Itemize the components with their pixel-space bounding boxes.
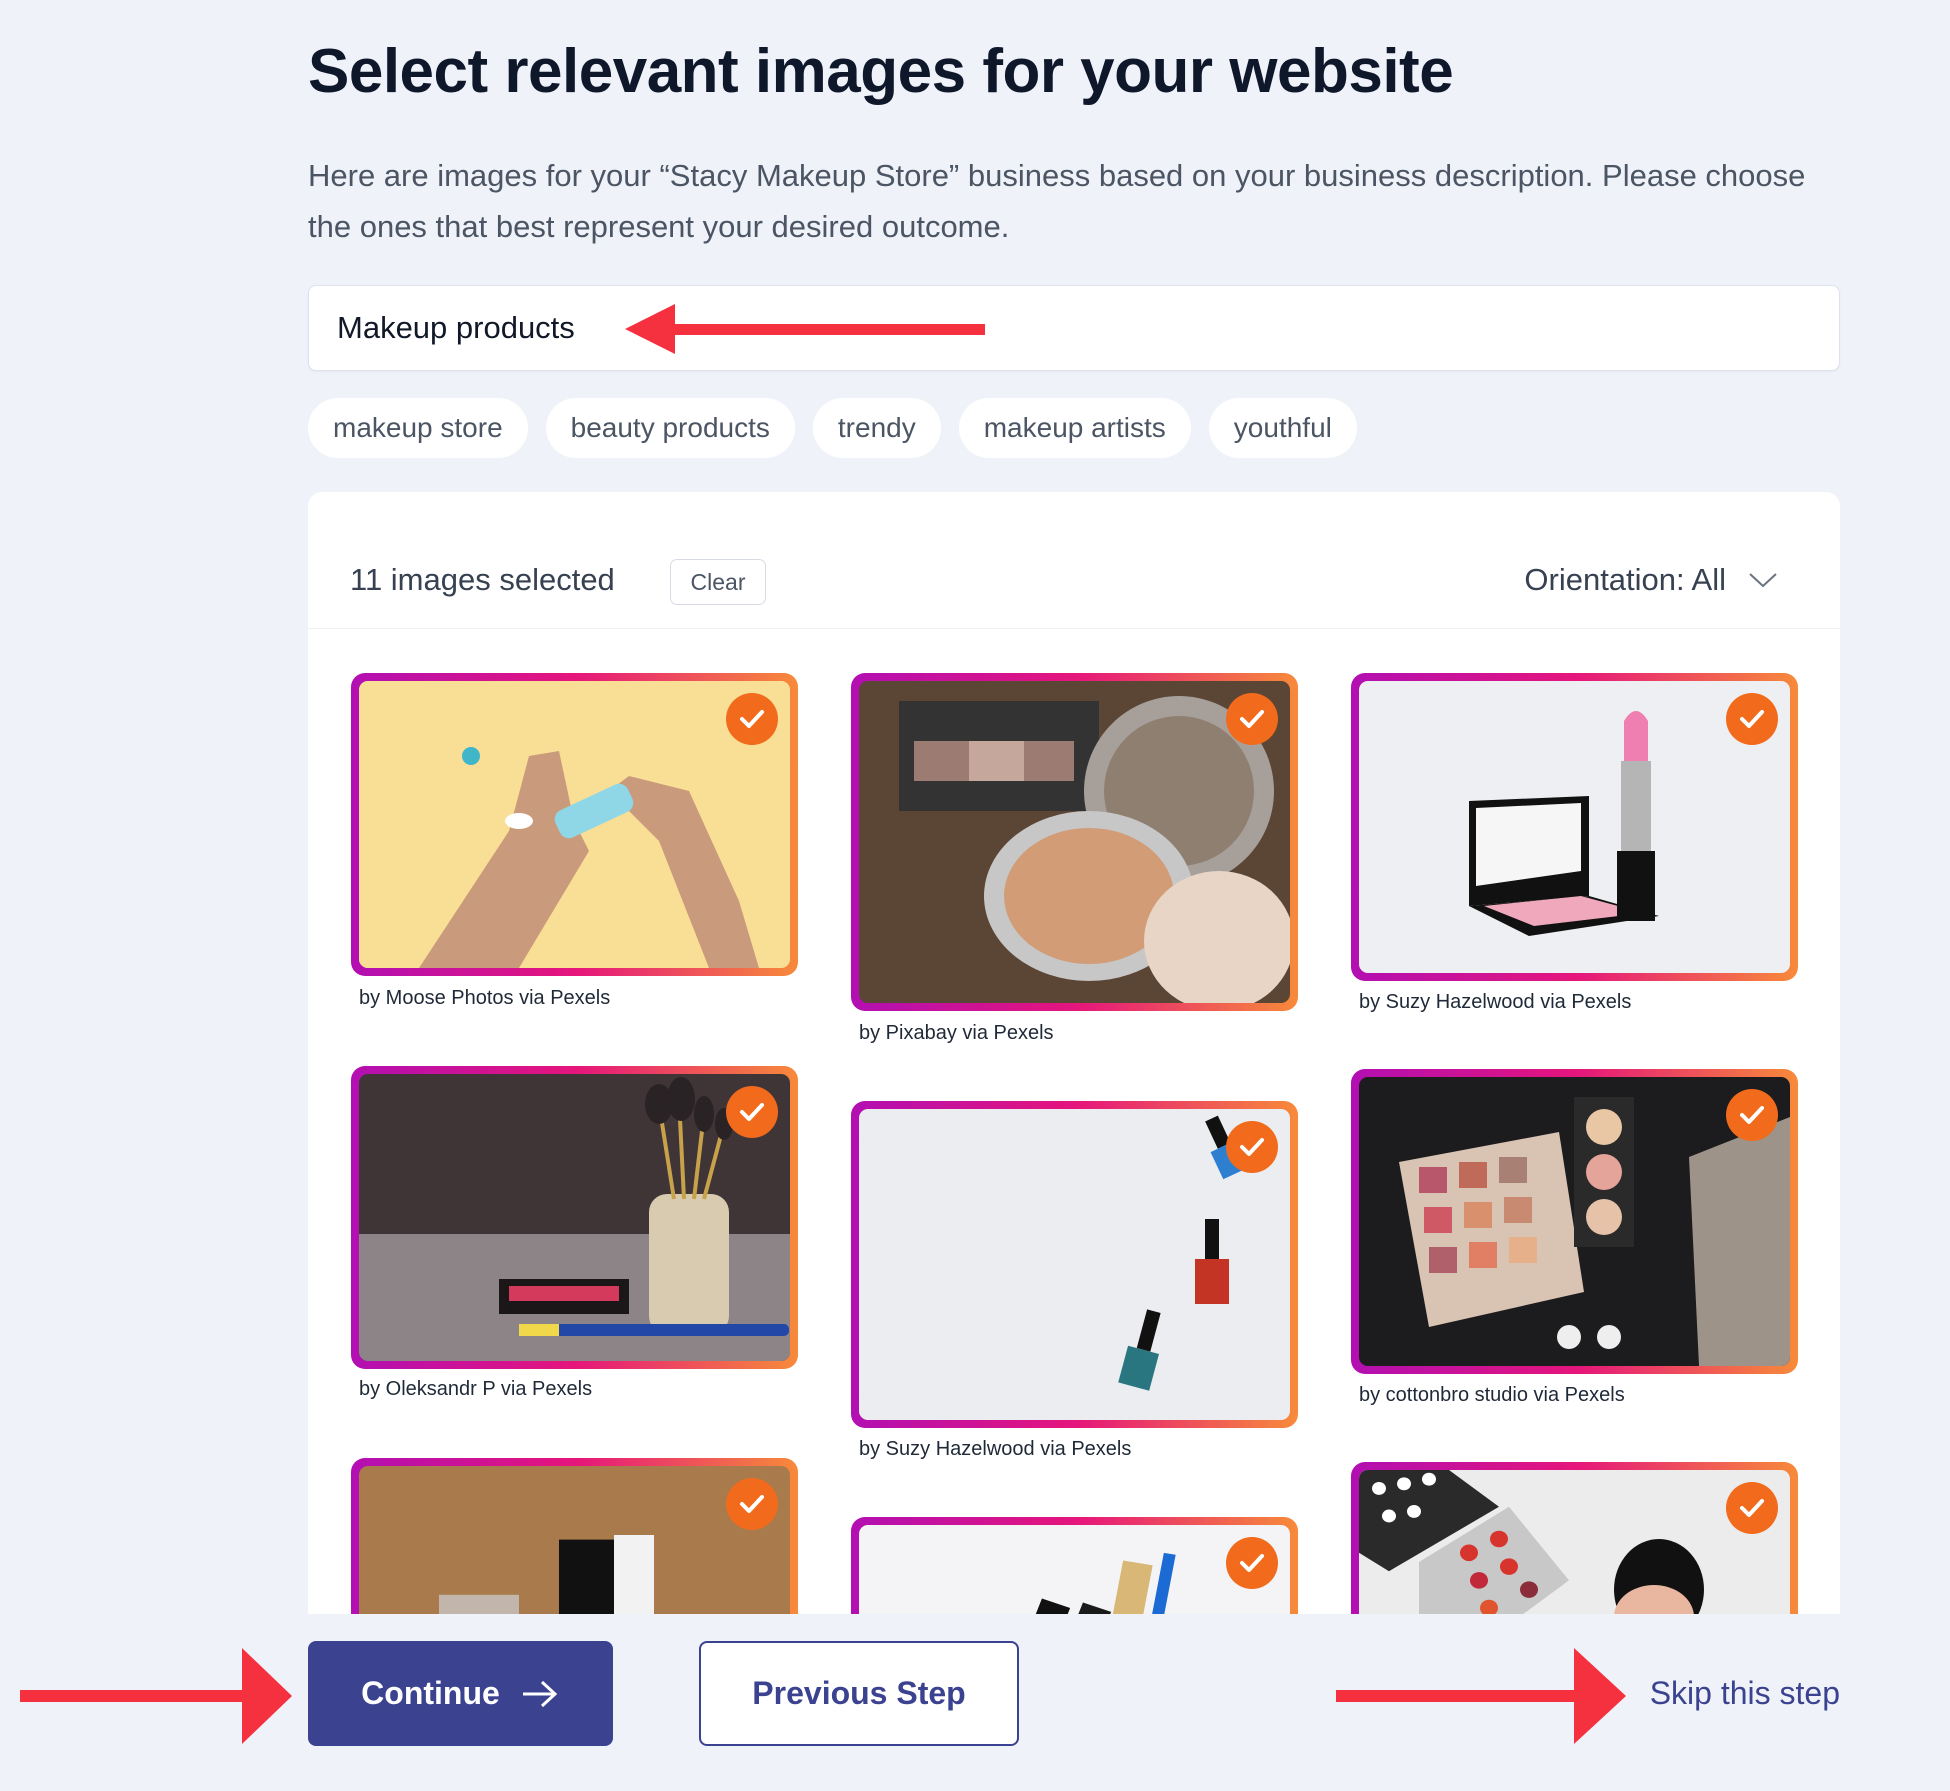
chip-makeup-artists[interactable]: makeup artists xyxy=(958,398,1191,458)
clear-button[interactable]: Clear xyxy=(670,559,766,605)
selected-check-badge xyxy=(726,1086,778,1138)
selected-check-badge xyxy=(1726,1089,1778,1141)
annotation-arrow-skip xyxy=(1336,1648,1626,1744)
chip-makeup-store[interactable]: makeup store xyxy=(308,398,528,458)
photo-nail-polish xyxy=(859,1109,1290,1420)
photo-makeup-brushes xyxy=(359,1074,790,1361)
image-tile[interactable] xyxy=(851,1101,1298,1428)
image-tile[interactable] xyxy=(1351,673,1798,981)
selected-check-badge xyxy=(1226,693,1278,745)
selected-check-badge xyxy=(726,693,778,745)
page-subtitle: Here are images for your “Stacy Makeup S… xyxy=(308,158,1806,244)
checkmark-icon xyxy=(1240,1138,1264,1156)
search-field[interactable] xyxy=(308,285,1840,371)
photo-eyeshadow-palette xyxy=(1359,1077,1790,1366)
image-caption: by Moose Photos via Pexels xyxy=(359,987,611,1009)
photo-powder-compact xyxy=(859,681,1290,1003)
chevron-down-icon xyxy=(1749,573,1777,588)
checkmark-icon xyxy=(1740,710,1764,728)
continue-label: Continue xyxy=(361,1675,500,1711)
image-gallery-card: 11 images selected Clear Orientation: Al… xyxy=(308,492,1840,1614)
photo-hands-cream xyxy=(359,681,790,968)
gallery-header: 11 images selected Clear Orientation: Al… xyxy=(308,492,1840,629)
image-caption: by Suzy Hazelwood via Pexels xyxy=(1359,991,1632,1013)
selected-check-badge xyxy=(1726,693,1778,745)
continue-button[interactable]: Continue xyxy=(308,1641,613,1746)
photo-lip-palette xyxy=(1359,1470,1790,1614)
photo-mascara-pencils xyxy=(859,1525,1290,1614)
skip-step-link[interactable]: Skip this step xyxy=(1650,1675,1840,1712)
photo-bottle-brown xyxy=(359,1466,790,1614)
selected-check-badge xyxy=(726,1478,778,1530)
orientation-dropdown[interactable]: Orientation: All xyxy=(1524,562,1778,598)
checkmark-icon xyxy=(740,710,764,728)
previous-step-button[interactable]: Previous Step xyxy=(699,1641,1019,1746)
image-caption: by cottonbro studio via Pexels xyxy=(1359,1384,1625,1406)
chip-youthful[interactable]: youthful xyxy=(1208,398,1357,458)
arrow-right-icon xyxy=(522,1680,558,1707)
selected-count: 11 images selected xyxy=(350,562,615,597)
chip-trendy[interactable]: trendy xyxy=(812,398,941,458)
image-tile[interactable] xyxy=(351,1458,798,1614)
image-caption: by Oleksandr P via Pexels xyxy=(359,1378,593,1400)
image-tile[interactable] xyxy=(1351,1069,1798,1374)
image-tile[interactable] xyxy=(351,673,798,976)
search-input[interactable] xyxy=(337,310,1811,346)
checkmark-icon xyxy=(1240,1554,1264,1572)
photo-lipstick-blush xyxy=(1359,681,1790,973)
image-tile[interactable] xyxy=(1351,1462,1798,1614)
chip-beauty-products[interactable]: beauty products xyxy=(545,398,795,458)
image-tile[interactable] xyxy=(851,673,1298,1011)
keyword-chips: makeup store beauty products trendy make… xyxy=(308,398,1357,458)
checkmark-icon xyxy=(1740,1106,1764,1124)
checkmark-icon xyxy=(1740,1499,1764,1517)
annotation-arrow-continue xyxy=(20,1648,292,1744)
image-caption: by Pixabay via Pexels xyxy=(859,1022,1054,1044)
image-tile[interactable] xyxy=(851,1517,1298,1614)
checkmark-icon xyxy=(740,1103,764,1121)
orientation-label: Orientation: All xyxy=(1524,562,1726,597)
selected-check-badge xyxy=(1226,1121,1278,1173)
image-tile[interactable] xyxy=(351,1066,798,1369)
checkmark-icon xyxy=(1240,710,1264,728)
page-title: Select relevant images for your website xyxy=(308,37,1454,106)
selected-check-badge xyxy=(1226,1537,1278,1589)
selected-check-badge xyxy=(1726,1482,1778,1534)
checkmark-icon xyxy=(740,1495,764,1513)
image-caption: by Suzy Hazelwood via Pexels xyxy=(859,1438,1132,1460)
